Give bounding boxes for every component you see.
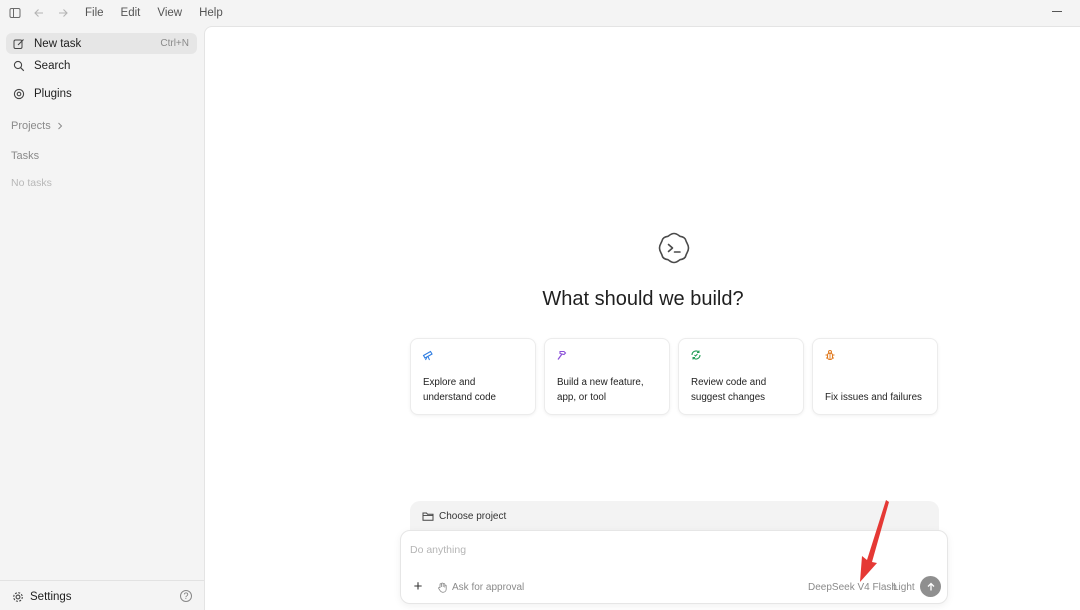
card-explore-label: Explore and understand code: [423, 377, 496, 403]
forward-arrow-icon[interactable]: [51, 0, 75, 26]
menu-file[interactable]: File: [85, 7, 104, 19]
add-attachment-icon[interactable]: +: [412, 579, 424, 594]
minimize-icon: [1052, 10, 1062, 12]
minimize-button[interactable]: [1050, 4, 1064, 18]
edit-icon: [12, 37, 26, 51]
app-logo-icon: [656, 230, 692, 266]
help-icon[interactable]: ?: [180, 590, 192, 602]
new-task-shortcut: Ctrl+N: [160, 38, 189, 49]
card-review[interactable]: Review code and suggest changes: [678, 338, 804, 415]
menu-view[interactable]: View: [157, 7, 182, 19]
refresh-check-icon: [690, 349, 702, 361]
sidebar-footer: Settings ?: [0, 580, 204, 610]
chevron-right-icon: [56, 122, 64, 130]
suggestion-cards: Explore and understand code Build a new …: [410, 338, 946, 415]
card-build-label: Build a new feature, app, or tool: [557, 377, 644, 403]
search-button[interactable]: Search: [6, 55, 197, 76]
menu-bar: File Edit View Help: [85, 7, 240, 19]
bug-icon: [824, 349, 836, 361]
approval-label: Ask for approval: [452, 582, 525, 593]
back-arrow-icon[interactable]: [27, 0, 51, 26]
plugins-icon: [12, 87, 26, 101]
settings-label: Settings: [30, 590, 72, 603]
new-task-label: New task: [34, 37, 82, 50]
approval-mode-button[interactable]: Ask for approval: [437, 582, 524, 593]
card-review-label: Review code and suggest changes: [691, 377, 767, 403]
plugins-label: Plugins: [34, 87, 72, 100]
gear-icon: [11, 590, 24, 603]
page-title: What should we build?: [542, 288, 744, 310]
card-fix-label: Fix issues and failures: [825, 392, 922, 403]
search-label: Search: [34, 59, 71, 72]
search-icon: [12, 59, 26, 73]
card-explore[interactable]: Explore and understand code: [410, 338, 536, 415]
task-input[interactable]: [410, 542, 910, 558]
hand-icon: [437, 582, 448, 593]
projects-label: Projects: [11, 120, 51, 132]
plugins-button[interactable]: Plugins: [6, 83, 197, 104]
sidebar: New task Ctrl+N Search Plugins Projects …: [0, 26, 204, 610]
folder-icon: [422, 510, 434, 522]
no-tasks-text: No tasks: [11, 177, 52, 189]
toggle-sidebar-icon[interactable]: [3, 0, 27, 26]
card-fix[interactable]: Fix issues and failures: [812, 338, 938, 415]
settings-button[interactable]: Settings: [11, 590, 72, 603]
hammer-icon: [556, 349, 568, 361]
tasks-section: Tasks: [11, 150, 40, 162]
title-bar: File Edit View Help: [0, 0, 1080, 26]
menu-help[interactable]: Help: [199, 7, 223, 19]
telescope-icon: [422, 349, 434, 361]
choose-project-label: Choose project: [439, 510, 507, 522]
annotation-arrow: [860, 500, 889, 582]
menu-edit[interactable]: Edit: [121, 7, 141, 19]
send-button[interactable]: [920, 576, 941, 597]
arrow-up-icon: [927, 582, 934, 590]
card-build[interactable]: Build a new feature, app, or tool: [544, 338, 670, 415]
main-panel: What should we build? Explore and unders…: [204, 26, 1080, 610]
projects-section[interactable]: Projects: [11, 120, 64, 132]
reasoning-mode-selector[interactable]: Light: [893, 582, 915, 593]
new-task-button[interactable]: New task Ctrl+N: [6, 33, 197, 54]
